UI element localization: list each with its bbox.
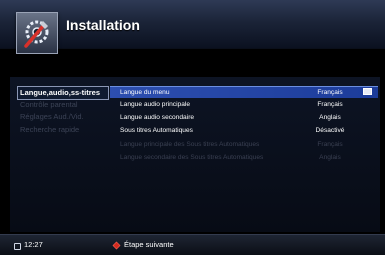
option-primary-auto-subtitle-language: Langue principale des Sous titres Automa… [110,139,378,150]
option-value: Désactivé [315,127,345,134]
category-language-audio-subtitles[interactable]: Langue,audio,ss-titres [17,86,109,100]
option-value: Anglais [319,154,341,161]
list-scroll-indicator [363,88,372,95]
option-label: Langue secondaire des Sous titres Automa… [120,154,264,161]
clock-icon [14,243,21,250]
category-label: Recherche rapide [20,125,80,134]
tv-screen: Installation Langue,audio,ss-titres Cont… [0,0,385,255]
option-label: Langue du menu [120,89,170,96]
option-label: Sous titres Automatiques [120,127,193,134]
option-secondary-auto-subtitle-language: Langue secondaire des Sous titres Automa… [110,152,378,163]
option-menu-language[interactable]: Langue du menu Français [110,86,378,98]
option-value: Français [317,141,343,148]
category-label: Réglages Aud./Vid. [20,112,84,121]
red-button-icon[interactable] [112,241,121,250]
category-label: Contrôle parental [20,100,78,109]
option-value: Anglais [319,114,341,121]
option-value: Français [317,89,343,96]
category-quick-search[interactable]: Recherche rapide [20,124,79,136]
option-label: Langue principale des Sous titres Automa… [120,141,260,148]
option-label: Langue audio secondaire [120,114,195,121]
category-parental-control[interactable]: Contrôle parental [20,99,78,111]
option-primary-audio-language[interactable]: Langue audio principale Français [110,99,378,110]
footer-bar: 12:27 Étape suivante [0,234,385,255]
option-secondary-audio-language[interactable]: Langue audio secondaire Anglais [110,112,378,123]
option-value: Français [317,101,343,108]
option-label: Langue audio principale [120,101,191,108]
next-step-label[interactable]: Étape suivante [124,240,174,249]
category-label: Langue,audio,ss-titres [20,88,101,97]
settings-tools-icon [16,12,58,54]
page-title: Installation [66,17,140,33]
category-audio-video-settings[interactable]: Réglages Aud./Vid. [20,111,84,123]
header-bar: Installation [0,0,385,54]
option-auto-subtitles[interactable]: Sous titres Automatiques Désactivé [110,125,378,136]
clock-time: 12:27 [24,240,43,249]
